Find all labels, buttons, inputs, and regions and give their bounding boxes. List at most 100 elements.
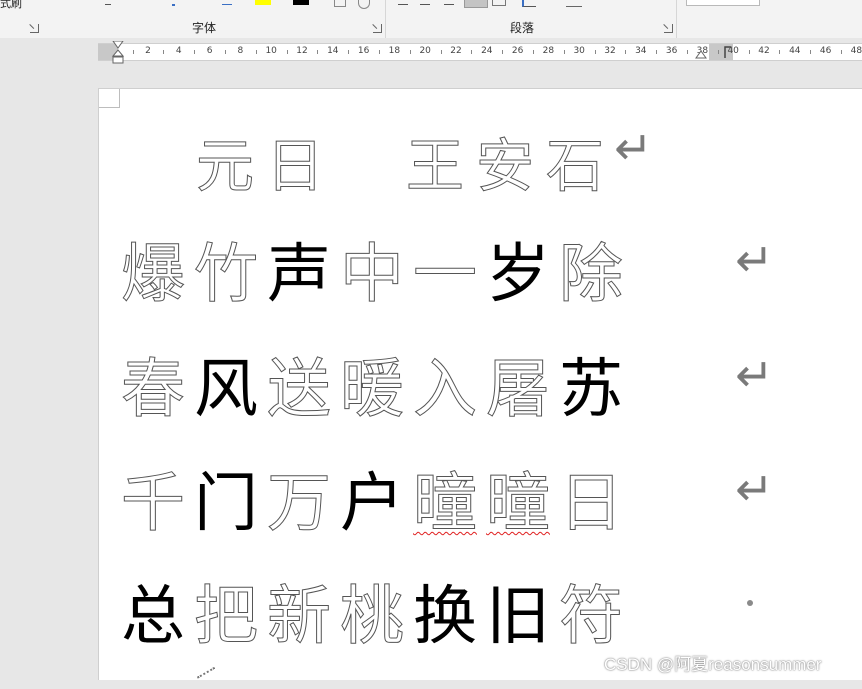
trace-character[interactable]: 春 (119, 338, 187, 430)
group-separator (385, 0, 386, 38)
styles-gallery[interactable] (686, 0, 760, 6)
trace-character[interactable]: 安 (471, 119, 539, 203)
trace-character[interactable]: 竹 (192, 223, 260, 315)
ruler-tick-mark (656, 50, 658, 54)
trace-character[interactable]: 元 (191, 119, 259, 203)
trace-character[interactable]: 桃 (338, 565, 406, 657)
solid-character[interactable]: 旧 (484, 565, 552, 657)
trace-character[interactable]: 日 (261, 119, 329, 203)
ruler-tick-label: 6 (206, 46, 213, 56)
misspelled-character[interactable]: 曈 (411, 452, 479, 544)
ruler-tick-mark (502, 50, 504, 54)
trace-character[interactable]: 符 (557, 565, 625, 657)
ruler-tick-label: 2 (145, 46, 151, 56)
ruler-tick-label: 4 (175, 46, 182, 56)
trace-character[interactable]: 中 (338, 223, 406, 315)
phonetic-guide-icon[interactable] (358, 0, 370, 9)
solid-character[interactable]: 户 (338, 452, 406, 544)
highlight-color-swatch[interactable] (255, 0, 271, 5)
group-separator (676, 0, 677, 38)
format-painter-button[interactable]: 式刷 (0, 0, 22, 11)
end-marker-dot (747, 600, 753, 606)
horizontal-ruler[interactable]: 2 4 6 8 10 12 14 16 18 20 22 24 26 28 30 32 34 36 38 40 42 44… (98, 41, 862, 64)
ruler-tick-label: 26 (511, 46, 524, 56)
trace-character[interactable]: 万 (265, 452, 333, 544)
ruler-tick-label: 20 (419, 46, 431, 56)
right-indent-marker[interactable] (695, 44, 707, 61)
ruler-tick-mark (471, 50, 473, 54)
distributed-icon[interactable] (492, 0, 506, 6)
align-right-icon[interactable] (444, 0, 454, 5)
csdn-watermark: CSDN @阿夏reasonsummer (604, 655, 822, 674)
ruler-tick-mark (225, 50, 226, 54)
solid-character[interactable]: 总 (119, 565, 187, 657)
ruler-tick-label: 24 (481, 46, 493, 56)
trace-character[interactable]: 日 (557, 452, 625, 544)
align-left-icon[interactable] (398, 0, 408, 5)
ribbon: 式刷 字体 段落 (0, 0, 862, 39)
ruler-tick-mark (687, 50, 688, 54)
ruler-tick-mark (317, 50, 319, 54)
font-group-label: 字体 (192, 21, 217, 35)
ruler-tick-mark (841, 50, 842, 54)
ruler-tick-mark (194, 50, 196, 54)
ruler-tick-mark (810, 50, 812, 54)
ruler-tick-mark (625, 50, 627, 54)
document-page[interactable]: 元日王安石 ↵ 爆竹声中一岁除 ↵ 春风送暖入屠苏 ↵ 千门万户曈曈日 ↵ 总把新桃换旧符 (98, 88, 862, 689)
trace-character[interactable]: 暖 (338, 338, 406, 430)
misspelled-character[interactable]: 曈 (484, 452, 552, 544)
trace-character[interactable]: 送 (265, 338, 333, 430)
paragraph-mark-icon: ↵ (735, 348, 774, 402)
shading-icon[interactable] (566, 0, 582, 7)
tab-stop-marker[interactable] (724, 45, 732, 59)
ruler-tick-label: 28 (542, 46, 555, 56)
justify-button[interactable] (464, 0, 488, 8)
ruler-tick-label: 34 (635, 46, 647, 56)
font-launcher-icon[interactable] (373, 24, 382, 33)
trace-character[interactable]: 王 (401, 119, 469, 203)
paragraph-launcher-icon[interactable] (664, 24, 673, 33)
align-center-icon[interactable] (420, 0, 430, 5)
ruler-tick-mark (594, 50, 596, 54)
ruler-tick-label: 10 (265, 46, 277, 56)
character-shading-icon[interactable] (222, 0, 232, 5)
trace-character[interactable]: 石 (541, 119, 609, 203)
trace-character[interactable]: 入 (411, 338, 479, 430)
ruler-tick-label: 16 (357, 46, 370, 56)
solid-character[interactable]: 岁 (484, 223, 552, 315)
ruler-tick-mark (717, 50, 719, 54)
solid-character[interactable]: 换 (411, 565, 479, 657)
font-size-dropdown-icon[interactable] (105, 0, 111, 5)
ruler-tick-mark (779, 50, 781, 54)
text-effects-icon[interactable] (172, 0, 175, 6)
ruler-tick-mark (286, 50, 288, 54)
ruler-tick-mark (255, 50, 257, 54)
trace-character[interactable]: 除 (557, 223, 625, 315)
left-indent-marker[interactable] (112, 41, 124, 65)
solid-character[interactable]: 苏 (557, 338, 625, 430)
font-color-swatch[interactable] (293, 0, 309, 5)
text-boundary-corner (99, 89, 120, 108)
solid-character[interactable]: 声 (265, 223, 333, 315)
ruler-tick-label: 44 (789, 46, 801, 56)
enclose-characters-icon[interactable] (334, 0, 346, 7)
solid-character[interactable]: 门 (192, 452, 260, 544)
clipboard-launcher-icon[interactable] (30, 24, 39, 33)
ruler-tick-label: 32 (604, 46, 616, 56)
ruler-tick-label: 42 (758, 46, 770, 56)
paragraph-mark-icon: ↵ (735, 462, 774, 516)
trace-character[interactable]: 把 (192, 565, 260, 657)
ruler-tick-label: 8 (237, 46, 244, 56)
paragraph-mark-icon: ↵ (735, 233, 774, 287)
trace-character[interactable]: 千 (119, 452, 187, 544)
trace-character[interactable]: 一 (411, 223, 479, 315)
trace-character[interactable]: 新 (265, 565, 333, 657)
line-spacing-icon[interactable] (522, 0, 536, 7)
ruler-tick-mark (533, 50, 534, 54)
trace-character[interactable]: 屠 (484, 338, 552, 430)
next-line-partial-glyph (196, 666, 222, 689)
ruler-tick-mark (163, 50, 165, 54)
ruler-tick-mark (563, 50, 565, 54)
solid-character[interactable]: 风 (192, 338, 260, 430)
trace-character[interactable]: 爆 (119, 223, 187, 315)
